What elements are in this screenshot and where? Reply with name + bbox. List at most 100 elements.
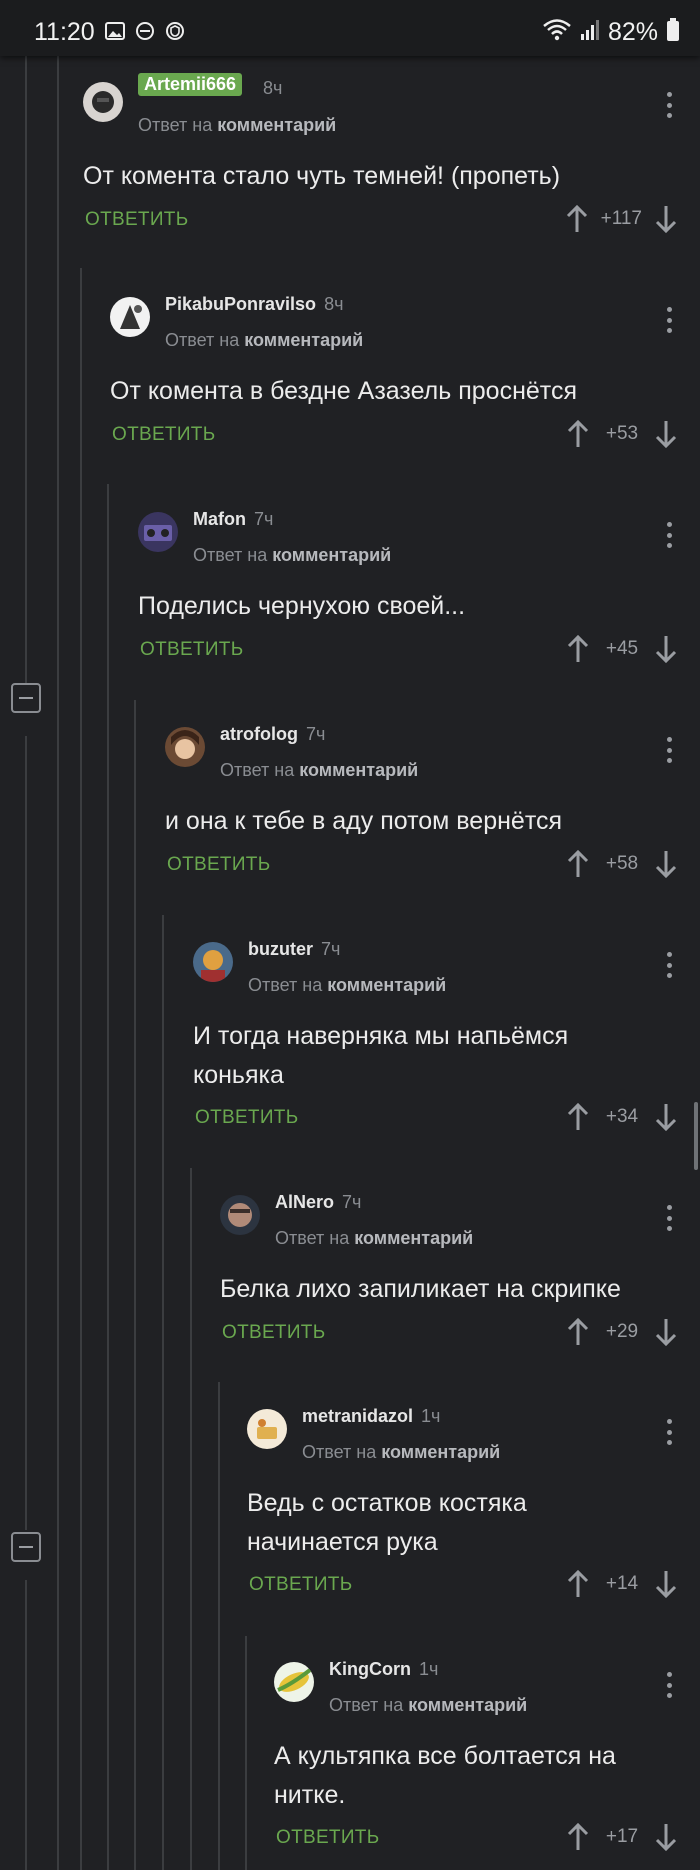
avatar[interactable] — [247, 1409, 287, 1449]
upvote-arrow-icon[interactable] — [566, 1102, 590, 1132]
avatar[interactable] — [138, 512, 178, 552]
avatar[interactable] — [193, 942, 233, 982]
reply-to-prefix: Ответ на — [220, 760, 295, 780]
reply-to[interactable]: Ответ на комментарий — [302, 1442, 500, 1463]
reply-to-target[interactable]: комментарий — [244, 330, 363, 350]
comment-score: +58 — [605, 853, 639, 874]
comment-text: Белка лихо запиликает на скрипке — [220, 1275, 621, 1303]
reply-button[interactable]: ОТВЕТИТЬ — [112, 424, 215, 446]
reply-to-target[interactable]: комментарий — [272, 545, 391, 565]
reply-button[interactable]: ОТВЕТИТЬ — [222, 1322, 325, 1344]
downvote-arrow-icon[interactable] — [654, 1569, 678, 1599]
avatar[interactable] — [274, 1662, 314, 1702]
comment-time: 1ч — [418, 1659, 439, 1679]
username-text[interactable]: Mafon — [193, 509, 246, 529]
downvote-arrow-icon[interactable] — [654, 1102, 678, 1132]
more-options-icon[interactable] — [666, 1672, 672, 1698]
upvote-arrow-icon[interactable] — [566, 1822, 590, 1852]
thread-line — [162, 915, 164, 1870]
downvote-arrow-icon[interactable] — [654, 849, 678, 879]
username-text[interactable]: KingCorn — [329, 1659, 411, 1679]
username-text[interactable]: metranidazol — [302, 1406, 413, 1426]
more-options-icon[interactable] — [666, 307, 672, 333]
username[interactable]: atrofolog 7ч — [220, 724, 325, 745]
username-text[interactable]: buzuter — [248, 939, 313, 959]
collapse-thread-button[interactable] — [11, 683, 41, 713]
downvote-arrow-icon[interactable] — [654, 634, 678, 664]
reply-to[interactable]: Ответ на комментарий — [193, 545, 391, 566]
downvote-arrow-icon[interactable] — [654, 204, 678, 234]
reply-button[interactable]: ОТВЕТИТЬ — [249, 1574, 352, 1596]
comment-score: +45 — [605, 638, 639, 659]
reply-to-target[interactable]: комментарий — [327, 975, 446, 995]
comment: metranidazol 1ч Ответ на комментарий Ведь… — [247, 1406, 700, 1609]
reply-to[interactable]: Ответ на комментарий — [275, 1228, 473, 1249]
username-text[interactable]: AlNero — [275, 1192, 334, 1212]
comment-time: 7ч — [254, 509, 274, 529]
upvote-arrow-icon[interactable] — [566, 1317, 590, 1347]
reply-to-prefix: Ответ на — [275, 1228, 350, 1248]
comment-actions: ОТВЕТИТЬ +14 — [249, 1569, 700, 1601]
comment-actions: ОТВЕТИТЬ +53 — [112, 419, 700, 451]
username-text[interactable]: atrofolog — [220, 724, 298, 744]
reply-to[interactable]: Ответ на комментарий — [220, 760, 418, 781]
reply-to-target[interactable]: комментарий — [381, 1442, 500, 1462]
username-text[interactable]: Artemii666 — [144, 74, 236, 94]
more-options-icon[interactable] — [666, 737, 672, 763]
more-options-icon[interactable] — [666, 952, 672, 978]
username[interactable]: AlNero 7ч — [275, 1192, 361, 1213]
upvote-arrow-icon[interactable] — [566, 634, 590, 664]
username[interactable]: Artemii666 — [138, 73, 243, 96]
username[interactable]: KingCorn 1ч — [329, 1659, 438, 1680]
vote-controls: +14 — [566, 1569, 678, 1599]
more-options-icon[interactable] — [666, 92, 672, 118]
vote-controls: +29 — [566, 1317, 678, 1347]
avatar[interactable] — [83, 82, 123, 122]
comment-text: От комента стало чуть темней! (пропеть) — [83, 162, 561, 190]
reply-to[interactable]: Ответ на комментарий — [138, 115, 336, 136]
reply-button[interactable]: ОТВЕТИТЬ — [140, 639, 243, 661]
avatar[interactable] — [110, 297, 150, 337]
more-options-icon[interactable] — [666, 1419, 672, 1445]
username-text[interactable]: PikabuPonravilso — [165, 294, 316, 314]
collapse-thread-button[interactable] — [11, 1532, 41, 1562]
username[interactable]: PikabuPonravilso 8ч — [165, 294, 343, 315]
downvote-arrow-icon[interactable] — [654, 1822, 678, 1852]
upvote-arrow-icon[interactable] — [565, 204, 589, 234]
thread-line — [25, 1580, 27, 1870]
reply-to-target[interactable]: комментарий — [408, 1695, 527, 1715]
reply-to-target[interactable]: комментарий — [217, 115, 336, 135]
downvote-arrow-icon[interactable] — [654, 1317, 678, 1347]
reply-button[interactable]: ОТВЕТИТЬ — [276, 1827, 379, 1849]
upvote-arrow-icon[interactable] — [566, 849, 590, 879]
comment-score: +17 — [605, 1826, 639, 1847]
reply-to[interactable]: Ответ на комментарий — [165, 330, 363, 351]
comment-text: От комента в бездне Азазель проснётся — [110, 377, 577, 405]
status-bar: 11:20 82% — [0, 0, 700, 56]
reply-button[interactable]: ОТВЕТИТЬ — [167, 854, 270, 876]
reply-to-prefix: Ответ на — [193, 545, 268, 565]
reply-to[interactable]: Ответ на комментарий — [248, 975, 446, 996]
more-options-icon[interactable] — [666, 522, 672, 548]
downvote-arrow-icon[interactable] — [654, 419, 678, 449]
username[interactable]: metranidazol 1ч — [302, 1406, 440, 1427]
reply-button[interactable]: ОТВЕТИТЬ — [85, 209, 188, 231]
reply-to[interactable]: Ответ на комментарий — [329, 1695, 527, 1716]
comment-score: +117 — [600, 208, 642, 229]
reply-to-target[interactable]: комментарий — [354, 1228, 473, 1248]
upvote-arrow-icon[interactable] — [566, 1569, 590, 1599]
thread-line — [134, 700, 136, 1870]
upvote-arrow-icon[interactable] — [566, 419, 590, 449]
more-options-icon[interactable] — [666, 1205, 672, 1231]
comment: AlNero 7ч Ответ на комментарий Белка лихо… — [220, 1192, 700, 1355]
comment-time: 1ч — [421, 1406, 441, 1426]
reply-to-target[interactable]: комментарий — [299, 760, 418, 780]
avatar[interactable] — [165, 727, 205, 767]
username[interactable]: Mafon 7ч — [193, 509, 273, 530]
thread-line — [57, 56, 59, 1870]
scrollbar-thumb[interactable] — [694, 1102, 698, 1170]
username[interactable]: buzuter 7ч — [248, 939, 340, 960]
avatar[interactable] — [220, 1195, 260, 1235]
reply-button[interactable]: ОТВЕТИТЬ — [195, 1107, 298, 1129]
comment-actions: ОТВЕТИТЬ +17 — [276, 1822, 700, 1854]
